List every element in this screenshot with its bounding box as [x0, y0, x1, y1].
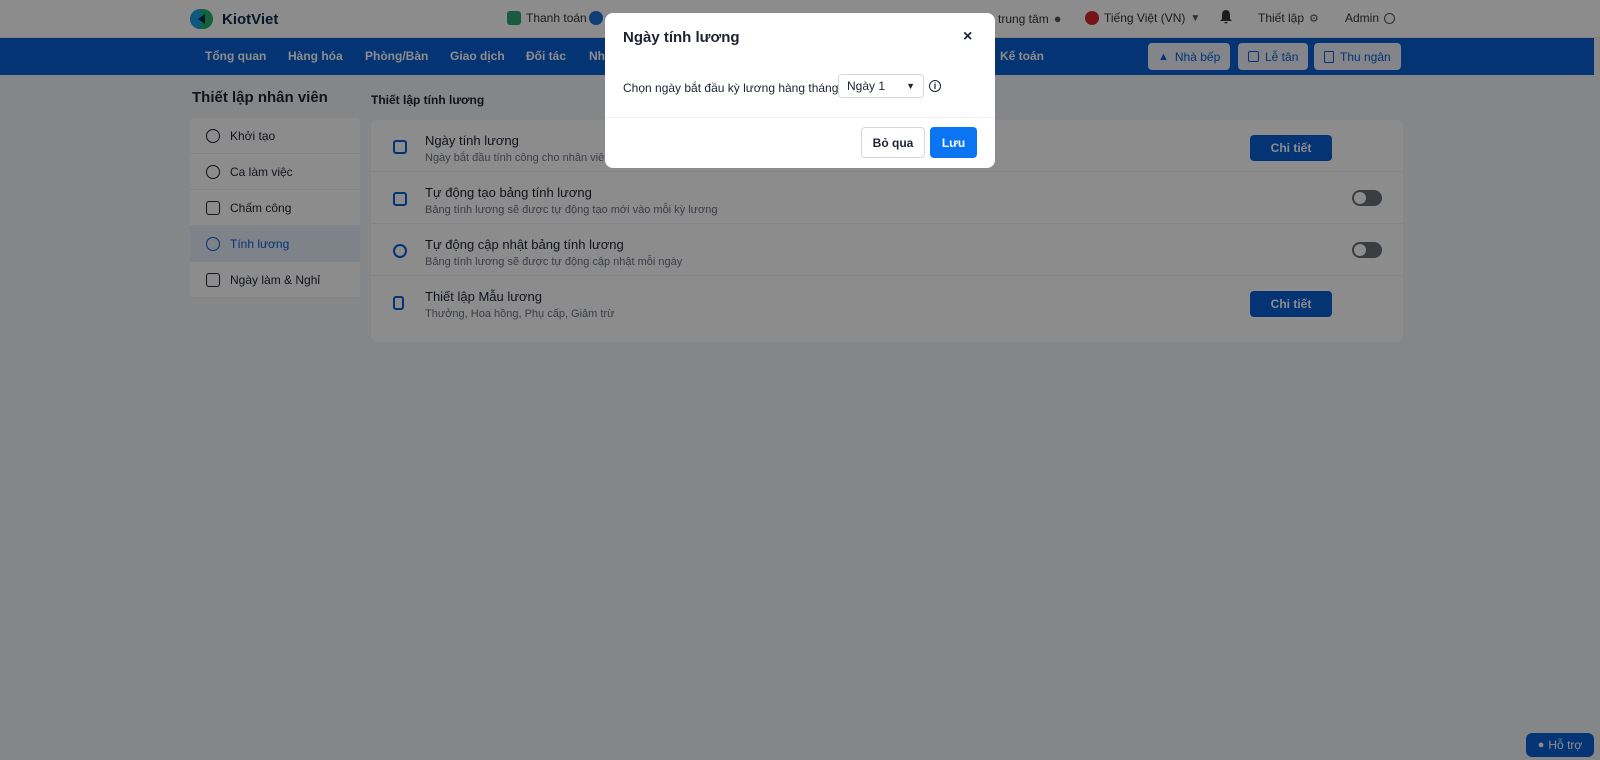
start-date-value: Ngày 1 — [847, 79, 886, 93]
modal-divider — [605, 117, 995, 118]
start-date-select[interactable]: Ngày 1 ▼ — [838, 74, 924, 98]
payroll-date-modal: Ngày tính lương × Chọn ngày bắt đầu kỳ l… — [605, 13, 995, 168]
cancel-button[interactable]: Bỏ qua — [861, 127, 925, 158]
start-date-label: Chọn ngày bắt đầu kỳ lương hàng tháng — [623, 81, 839, 95]
modal-title: Ngày tính lương — [623, 29, 740, 46]
close-icon[interactable]: × — [963, 28, 972, 46]
chevron-down-icon: ▼ — [906, 81, 915, 91]
info-icon[interactable]: i — [929, 80, 941, 92]
save-button[interactable]: Lưu — [930, 127, 977, 158]
